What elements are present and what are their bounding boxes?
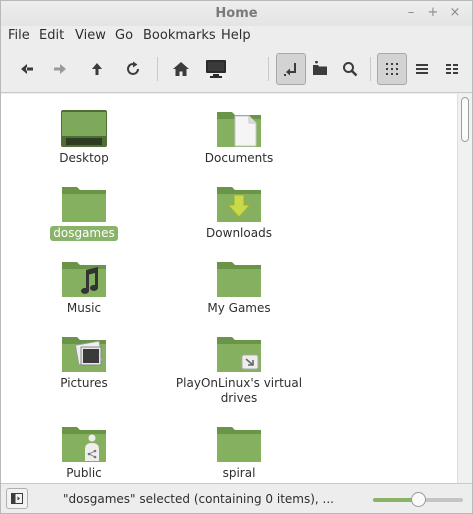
linked-folder-icon [217, 337, 261, 372]
file-name: Pictures [60, 376, 108, 390]
file-item[interactable]: spiral [164, 423, 314, 483]
home-button[interactable] [166, 53, 196, 85]
title-bar[interactable]: Home – + × [1, 1, 472, 26]
menu-edit[interactable]: Edit [39, 28, 64, 43]
window-title: Home [215, 6, 258, 21]
back-button[interactable] [11, 53, 41, 85]
selected-file-name: dosgames [50, 226, 118, 241]
file-item[interactable]: Documents [164, 108, 314, 168]
music-folder-icon [62, 262, 106, 297]
file-item[interactable]: My Games [164, 258, 314, 318]
search-icon [343, 62, 358, 77]
downloads-folder-icon [217, 187, 261, 222]
file-item[interactable]: Public [9, 423, 159, 483]
up-button[interactable] [82, 53, 112, 85]
toolbar-separator [157, 57, 158, 81]
vertical-scrollbar[interactable] [457, 94, 472, 483]
file-item[interactable]: Desktop [9, 108, 159, 168]
file-name: spiral [222, 466, 256, 480]
icon-view-button[interactable] [377, 53, 407, 85]
toolbar-separator [268, 57, 269, 81]
search-button[interactable] [335, 53, 365, 85]
location-toggle-icon [284, 63, 296, 76]
scrollbar-thumb[interactable] [461, 97, 469, 142]
desktop-folder-icon [61, 110, 107, 147]
file-item[interactable]: Pictures [9, 333, 159, 393]
folder-icon [217, 427, 261, 462]
location-toggle-button[interactable] [276, 53, 306, 85]
menu-help[interactable]: Help [221, 28, 251, 43]
compact-view-button[interactable] [437, 53, 467, 85]
home-icon [173, 62, 189, 76]
file-name: dosgames [9, 226, 159, 241]
list-view-icon [416, 64, 428, 74]
file-item[interactable]: Downloads [164, 183, 314, 243]
file-grid[interactable]: Desktop Documents dosgames Downloads Mus… [1, 94, 457, 483]
file-name: Documents [204, 151, 274, 165]
status-text: "dosgames" selected (containing 0 items)… [63, 492, 334, 506]
file-name: Public [66, 466, 102, 480]
documents-folder-icon [217, 112, 261, 147]
computer-button[interactable] [201, 53, 231, 85]
maximize-icon[interactable]: + [425, 5, 441, 21]
file-name: My Games [207, 301, 271, 315]
zoom-slider-handle[interactable] [411, 492, 426, 507]
menu-bar: File Edit View Go Bookmarks Help [1, 26, 472, 47]
status-bar: "dosgames" selected (containing 0 items)… [1, 483, 472, 513]
file-name: Downloads [206, 226, 272, 240]
new-folder-button[interactable] [305, 53, 335, 85]
icon-view-icon [386, 63, 398, 75]
close-icon[interactable]: × [447, 5, 463, 21]
forward-button[interactable] [46, 53, 76, 85]
sidebar-toggle-icon [11, 493, 23, 504]
new-folder-icon [313, 61, 327, 75]
menu-view[interactable]: View [75, 28, 106, 43]
file-name: PlayOnLinux's virtual drives [175, 376, 303, 405]
menu-file[interactable]: File [8, 28, 30, 43]
toolbar-separator [370, 57, 371, 81]
menu-bookmarks[interactable]: Bookmarks [143, 28, 216, 43]
up-icon [92, 63, 102, 75]
zoom-slider[interactable] [373, 492, 463, 507]
toolbar [1, 48, 472, 93]
folder-icon [62, 187, 106, 222]
forward-icon [54, 64, 66, 74]
minimize-icon[interactable]: – [403, 5, 419, 21]
list-view-button[interactable] [407, 53, 437, 85]
reload-icon [127, 61, 139, 75]
back-icon [21, 64, 33, 74]
menu-go[interactable]: Go [115, 28, 133, 43]
file-item[interactable]: PlayOnLinux's virtual drives [164, 333, 314, 408]
public-folder-icon [62, 427, 106, 462]
pictures-folder-icon [62, 337, 106, 372]
reload-button[interactable] [118, 53, 148, 85]
computer-icon [206, 60, 226, 78]
file-manager-window: Home – + × File Edit View Go Bookmarks H… [0, 0, 473, 514]
file-name: Desktop [59, 151, 109, 165]
folder-icon [217, 262, 261, 297]
compact-view-icon [446, 64, 458, 74]
sidebar-toggle-button[interactable] [6, 488, 28, 509]
file-item[interactable]: dosgames [9, 183, 159, 243]
file-item[interactable]: Music [9, 258, 159, 318]
file-name: Music [66, 301, 102, 315]
